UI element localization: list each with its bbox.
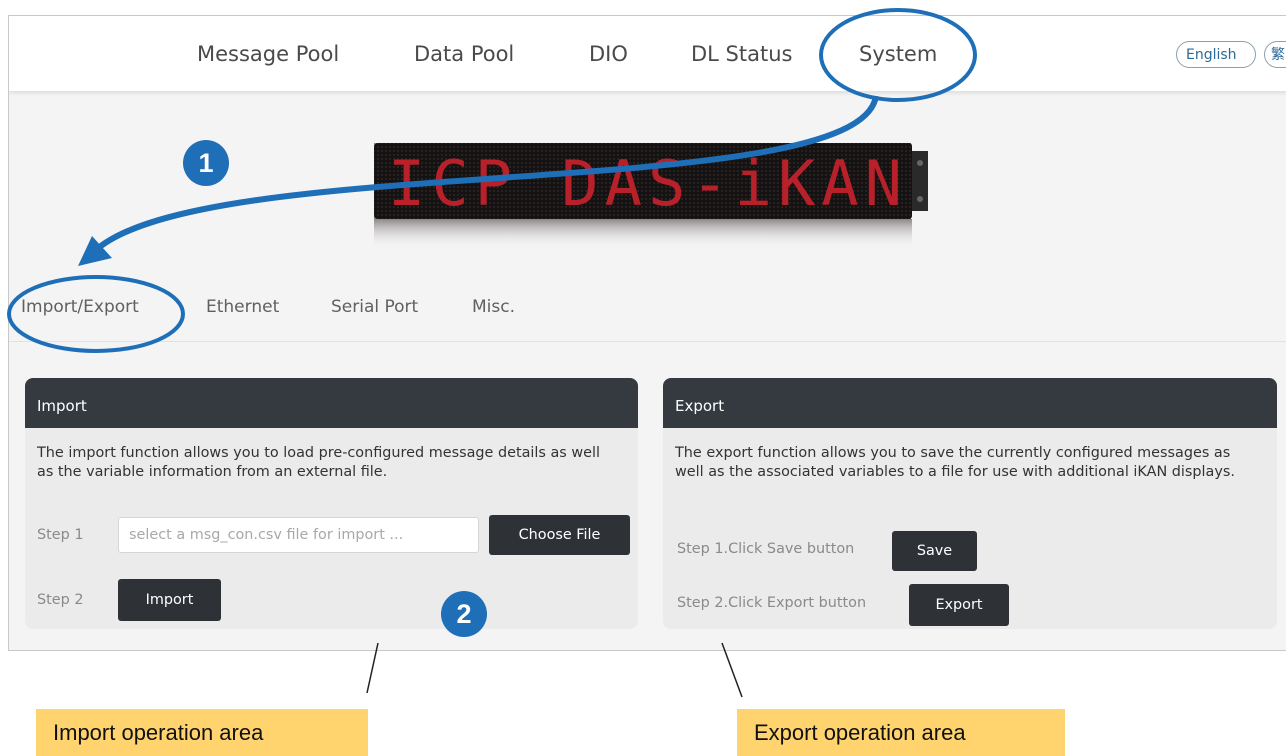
nav-dl-status[interactable]: DL Status — [691, 42, 792, 66]
tab-serial-port[interactable]: Serial Port — [331, 297, 418, 317]
import-panel-title: Import — [25, 378, 638, 428]
system-tabs: Import/Export Ethernet Serial Port Misc. — [9, 281, 1286, 342]
language-english-button[interactable]: English — [1176, 41, 1256, 68]
import-panel: Import The import function allows you to… — [25, 378, 638, 629]
save-button[interactable]: Save — [892, 531, 977, 571]
import-operation-callout: Import operation area — [36, 709, 368, 756]
nav-data-pool[interactable]: Data Pool — [414, 42, 514, 66]
choose-file-button[interactable]: Choose File — [489, 515, 630, 555]
import-description: The import function allows you to load p… — [37, 445, 600, 480]
export-description: The export function allows you to save t… — [675, 445, 1235, 480]
language-chinese-button[interactable]: 繁 — [1264, 41, 1286, 68]
step-2-badge: 2 — [441, 591, 487, 637]
import-step1-label: Step 1 — [37, 527, 84, 543]
tab-misc[interactable]: Misc. — [472, 297, 515, 317]
step-1-badge: 1 — [183, 140, 229, 186]
led-display-banner-image: ICP DAS-iKAN — [374, 143, 928, 249]
top-navigation-bar: Message Pool Data Pool DIO DL Status Sys… — [9, 16, 1286, 91]
export-step1-label: Step 1.Click Save button — [677, 541, 855, 557]
tab-import-export[interactable]: Import/Export — [21, 297, 139, 317]
export-step2-label: Step 2.Click Export button — [677, 595, 867, 611]
led-banner-text: ICP DAS-iKAN — [388, 147, 908, 220]
export-button[interactable]: Export — [909, 584, 1009, 626]
export-leader-line — [721, 642, 743, 698]
import-button[interactable]: Import — [118, 579, 221, 621]
nav-system[interactable]: System — [859, 42, 937, 66]
export-panel-title: Export — [663, 378, 1277, 428]
export-panel: Export The export function allows you to… — [663, 378, 1277, 629]
import-step2-label: Step 2 — [37, 592, 84, 608]
nav-message-pool[interactable]: Message Pool — [197, 42, 339, 66]
import-file-input[interactable] — [118, 517, 479, 553]
tab-ethernet[interactable]: Ethernet — [206, 297, 279, 317]
app-window: Message Pool Data Pool DIO DL Status Sys… — [8, 15, 1286, 651]
export-operation-callout: Export operation area — [737, 709, 1065, 756]
nav-dio[interactable]: DIO — [589, 42, 628, 66]
